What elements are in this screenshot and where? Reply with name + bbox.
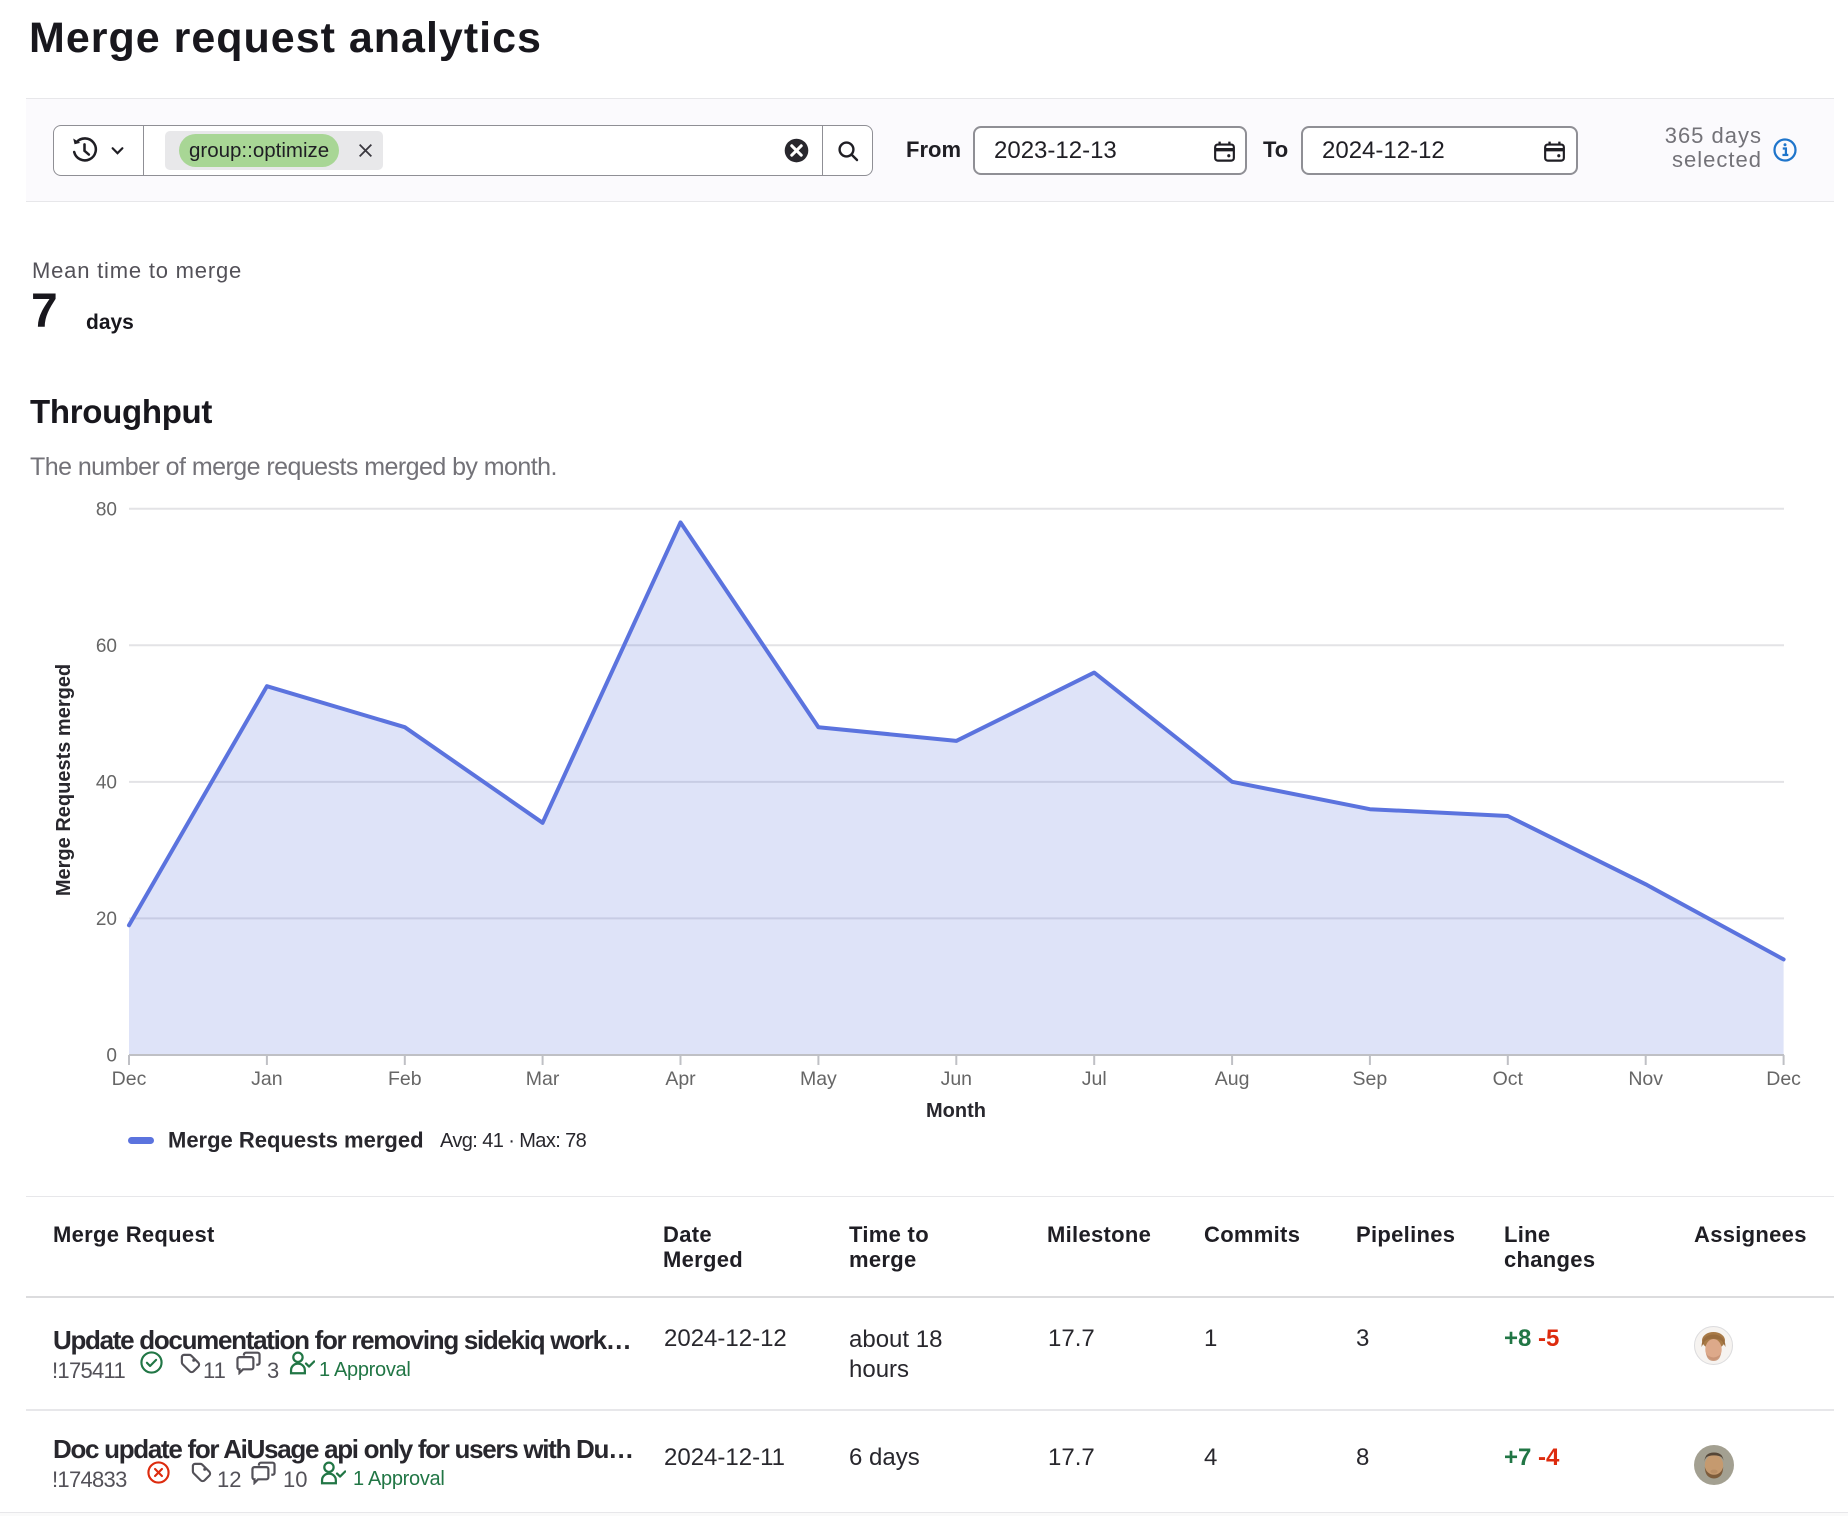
svg-text:Dec: Dec (112, 1068, 147, 1090)
svg-text:Jun: Jun (941, 1068, 972, 1090)
svg-text:Dec: Dec (1766, 1068, 1801, 1090)
svg-text:Mar: Mar (526, 1068, 560, 1090)
svg-text:Aug: Aug (1215, 1068, 1250, 1090)
svg-text:40: 40 (96, 773, 117, 794)
svg-text:Feb: Feb (388, 1068, 422, 1090)
svg-text:Jan: Jan (251, 1068, 282, 1090)
svg-text:Oct: Oct (1493, 1068, 1524, 1090)
svg-text:20: 20 (96, 909, 117, 930)
svg-text:80: 80 (96, 500, 117, 521)
svg-text:Merge Requests merged: Merge Requests merged (168, 1128, 424, 1153)
svg-text:Sep: Sep (1353, 1068, 1388, 1090)
svg-text:Merge Requests merged: Merge Requests merged (53, 664, 75, 896)
svg-text:0: 0 (106, 1046, 117, 1067)
svg-text:May: May (800, 1068, 837, 1090)
svg-text:Nov: Nov (1628, 1068, 1663, 1090)
svg-text:Avg: 41 · Max: 78: Avg: 41 · Max: 78 (440, 1130, 587, 1152)
svg-text:Apr: Apr (665, 1068, 696, 1090)
svg-text:60: 60 (96, 636, 117, 657)
svg-text:Jul: Jul (1082, 1068, 1107, 1090)
svg-text:Month: Month (926, 1100, 986, 1122)
